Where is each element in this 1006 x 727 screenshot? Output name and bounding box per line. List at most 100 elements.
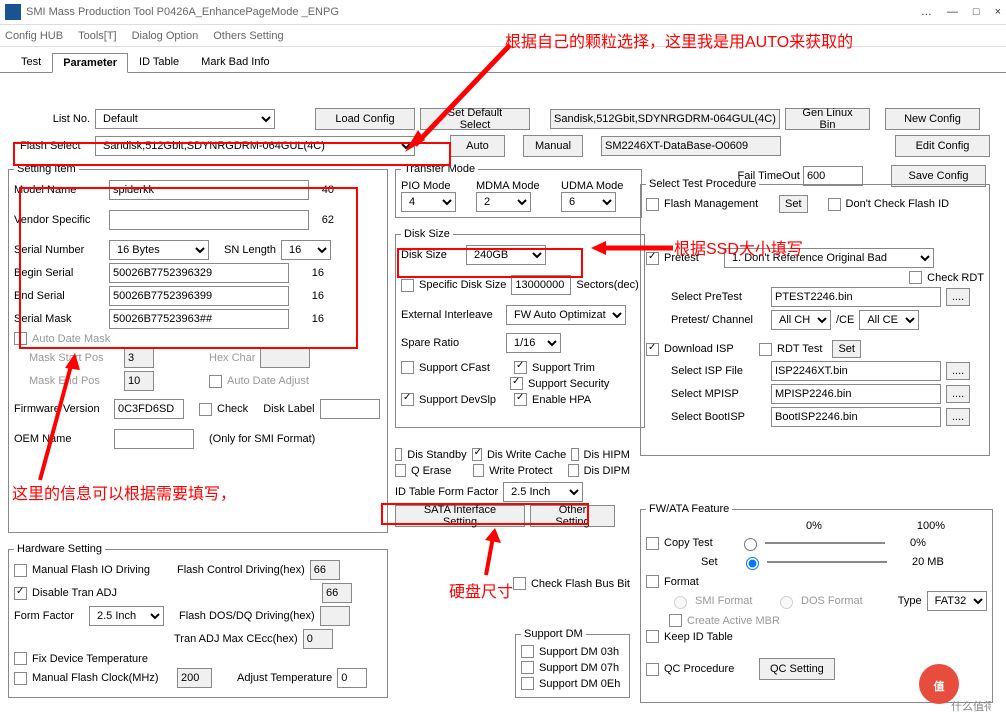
end-serial-input[interactable] <box>109 286 289 306</box>
disk-label-input[interactable] <box>320 399 380 419</box>
vendor-input[interactable] <box>109 210 309 230</box>
pretest-browse[interactable]: .... <box>946 288 970 306</box>
trim-check[interactable] <box>514 361 527 374</box>
mpisp-input[interactable] <box>771 384 941 404</box>
q-erase-check[interactable] <box>395 464 406 477</box>
dm0e-check[interactable] <box>521 677 534 690</box>
auto-date-mask-check[interactable] <box>14 332 27 345</box>
disk-size-group: Disk Size Disk Size240GB Specific Disk S… <box>395 228 645 428</box>
copy-test-radio[interactable] <box>744 538 757 551</box>
begin-serial-input[interactable] <box>109 263 289 283</box>
specific-disk-check[interactable] <box>401 279 414 292</box>
flash-select-dropdown[interactable]: Sandisk,512Gbit,SDYNRGDRM-064GUL(4C) <box>95 136 415 156</box>
titlebar: SMI Mass Production Tool P0426A_EnhanceP… <box>0 0 1006 25</box>
bootisp-input[interactable] <box>771 407 941 427</box>
tab-test[interactable]: Test <box>10 52 52 72</box>
security-check[interactable] <box>510 377 523 390</box>
edit-config-button[interactable]: Edit Config <box>895 135 990 157</box>
annotation-4: 硬盘尺寸 <box>449 578 513 602</box>
fix-temp-check[interactable] <box>14 652 27 665</box>
dis-hipm-check[interactable] <box>571 448 578 461</box>
fw-input[interactable] <box>114 399 184 419</box>
dont-check-box[interactable] <box>828 198 841 211</box>
ce-select[interactable]: All CE <box>859 310 919 330</box>
svg-text:什么值得买: 什么值得买 <box>951 700 991 712</box>
write-protect-check[interactable] <box>473 464 484 477</box>
check-rdt-box[interactable] <box>909 271 922 284</box>
adjust-temp-input[interactable] <box>337 668 367 688</box>
arrow-2 <box>588 238 678 258</box>
tab-parameter[interactable]: Parameter <box>52 53 128 73</box>
disable-tran-check[interactable] <box>14 587 27 600</box>
vendor-label: Vendor Specific <box>14 214 104 226</box>
disk-size-select[interactable]: 240GB <box>466 245 546 265</box>
mpisp-browse[interactable]: .... <box>946 385 970 403</box>
manual-io-check[interactable] <box>14 564 27 577</box>
download-isp-label: Download ISP <box>664 343 754 355</box>
form-factor-select[interactable]: 2.5 Inch <box>503 482 583 502</box>
dis-dipm-check[interactable] <box>568 464 579 477</box>
check-box[interactable] <box>199 403 212 416</box>
dis-standby-check[interactable] <box>395 448 402 461</box>
minimize-button[interactable]: — <box>947 6 958 18</box>
rdt-test-check[interactable] <box>759 343 772 356</box>
oem-input[interactable] <box>114 429 194 449</box>
menu-dialog-option[interactable]: Dialog Option <box>132 30 199 42</box>
tab-mark-bad[interactable]: Mark Bad Info <box>190 52 280 72</box>
sn-length-select[interactable]: 16 <box>281 240 331 260</box>
serial-mask-input[interactable] <box>109 309 289 329</box>
menu-config-hub[interactable]: Config HUB <box>5 30 63 42</box>
keep-id-check[interactable] <box>646 630 659 643</box>
type-select[interactable]: FAT32 <box>927 591 987 611</box>
hex-char-label: Hex Char <box>209 352 255 364</box>
check-flash-bus-check[interactable] <box>513 577 526 590</box>
menu-others[interactable]: Others Setting <box>213 30 283 42</box>
app-icon <box>5 4 21 20</box>
model-name-input[interactable] <box>109 180 309 200</box>
sata-setting-button[interactable]: SATA Interface Setting <box>395 505 525 527</box>
hpa-check[interactable] <box>514 393 527 406</box>
more-button[interactable]: … <box>921 6 932 18</box>
flash-mgmt-check[interactable] <box>646 198 659 211</box>
mdma-select[interactable]: 2 <box>476 192 531 212</box>
format-check[interactable] <box>646 575 659 588</box>
set-button[interactable]: Set <box>779 195 808 213</box>
dm07-check[interactable] <box>521 661 534 674</box>
pio-select[interactable]: 4 <box>401 192 456 212</box>
udma-select[interactable]: 6 <box>561 192 616 212</box>
bootisp-browse[interactable]: .... <box>946 408 970 426</box>
manual-io-label: Manual Flash IO Driving <box>32 564 172 576</box>
copy-test-label: Copy Test <box>664 537 734 549</box>
menu-tools[interactable]: Tools[T] <box>78 30 117 42</box>
list-no-select[interactable]: Default <box>95 109 275 129</box>
tab-id-table[interactable]: ID Table <box>128 52 190 72</box>
close-button[interactable]: × <box>995 6 1001 18</box>
cfast-check[interactable] <box>401 361 414 374</box>
set-radio[interactable] <box>746 557 759 570</box>
manual-clock-check[interactable] <box>14 672 27 685</box>
isp-browse[interactable]: .... <box>946 362 970 380</box>
isp-file-input[interactable] <box>771 361 941 381</box>
dm03-check[interactable] <box>521 645 534 658</box>
qc-procedure-check[interactable] <box>646 663 659 676</box>
devslp-check[interactable] <box>401 393 414 406</box>
rdt-set-button[interactable]: Set <box>832 340 861 358</box>
ext-interleave-select[interactable]: FW Auto Optimization <box>506 305 626 325</box>
ff-select[interactable]: 2.5 Inch <box>89 606 164 626</box>
select-pretest-input[interactable] <box>771 287 941 307</box>
manual-button[interactable]: Manual <box>523 135 583 157</box>
serial-num-select[interactable]: 16 Bytes <box>109 240 209 260</box>
download-isp-check[interactable] <box>646 343 659 356</box>
copy-test-check[interactable] <box>646 537 659 550</box>
new-config-button[interactable]: New Config <box>885 108 980 130</box>
maximize-button[interactable]: □ <box>973 6 980 18</box>
check-rdt-label: Check RDT <box>927 272 984 284</box>
qc-setting-button[interactable]: QC Setting <box>759 658 835 680</box>
gen-linux-button[interactable]: Gen Linux Bin <box>785 108 870 130</box>
spare-ratio-select[interactable]: 1/16 <box>506 333 561 353</box>
dis-wcache-check[interactable] <box>472 448 482 461</box>
keep-id-label: Keep ID Table <box>664 631 733 643</box>
specific-disk-input[interactable] <box>511 275 571 295</box>
pretest-ch-select[interactable]: All CH <box>771 310 831 330</box>
other-setting-button[interactable]: Other Setting <box>530 505 615 527</box>
